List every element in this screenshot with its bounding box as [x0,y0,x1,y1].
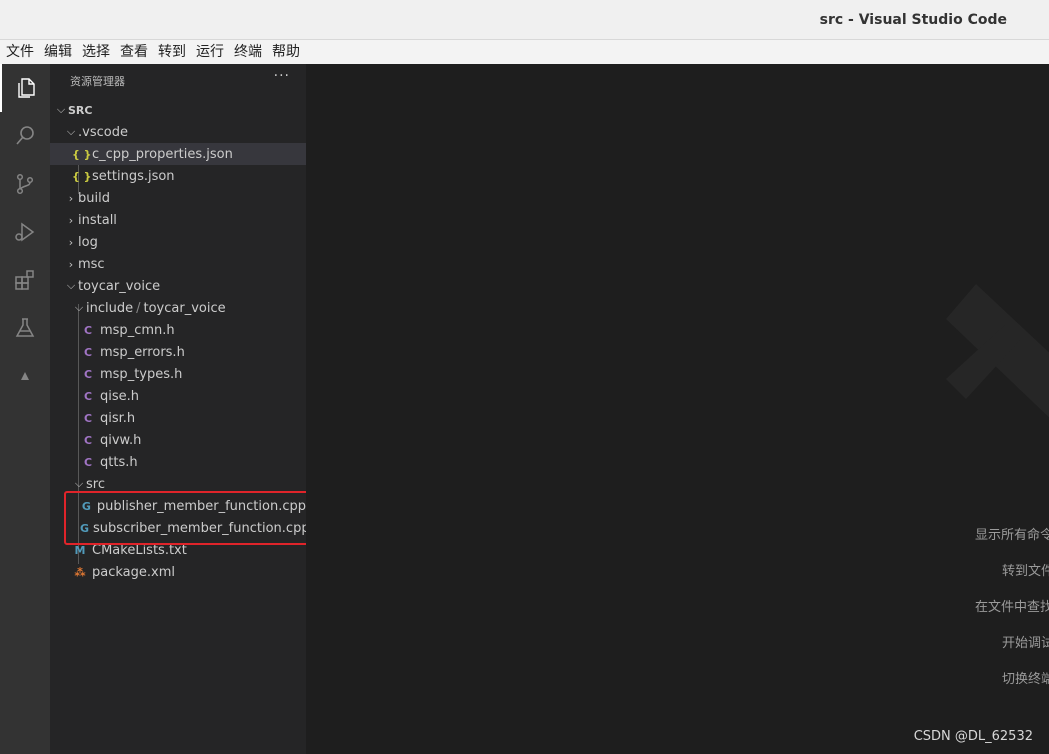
tree-label: toycar_voice [143,300,226,316]
tree-folder-build[interactable]: › build [50,187,306,209]
menu-go[interactable]: 转到 [158,40,186,64]
tree-file-qivw[interactable]: C qivw.h [50,429,306,451]
tree-file-msp-cmn[interactable]: C msp_cmn.h [50,319,306,341]
tree-file-qisr[interactable]: C qisr.h [50,407,306,429]
path-separator: / [136,300,141,316]
tree-label: include [86,300,134,316]
json-file-icon: { } [72,147,92,161]
tree-file-c-cpp-properties[interactable]: { } c_cpp_properties.json [50,143,306,165]
tree-file-msp-types[interactable]: C msp_types.h [50,363,306,385]
menu-edit[interactable]: 编辑 [44,40,72,64]
json-file-icon: { } [72,169,92,183]
menu-bar: 文件 编辑 选择 查看 转到 运行 终端 帮助 [0,40,1049,64]
menu-view[interactable]: 查看 [120,40,148,64]
tree-label: install [78,212,117,228]
tree-label: log [78,234,98,250]
c-file-icon: C [83,345,93,359]
search-icon[interactable] [0,112,50,160]
tree-label: c_cpp_properties.json [92,146,233,162]
explorer-sidebar: 资源管理器 ··· ⌵ SRC ⌵ .vscode { } c_cpp_prop… [50,64,310,754]
tree-label: qise.h [100,388,140,404]
c-file-icon: C [83,389,93,403]
menu-terminal[interactable]: 终端 [234,40,262,64]
editor-area: 显示所有命令 转到文件 在文件中查找 开始调试 切换终端 [306,64,1049,754]
tree-label: package.xml [92,564,175,580]
tree-folder-toycar-voice[interactable]: ⌵ toycar_voice [50,275,306,297]
tree-label: msp_types.h [100,366,183,382]
chevron-right-icon: › [68,213,74,227]
vscode-watermark-icon [946,284,1049,418]
c-file-icon: C [83,455,93,469]
tree-folder-log[interactable]: › log [50,231,306,253]
menu-run[interactable]: 运行 [196,40,224,64]
rss-file-icon: ⁂ [74,565,86,579]
chevron-down-icon: ⌵ [66,125,76,138]
tree-file-package-xml[interactable]: ⁂ package.xml [50,561,306,583]
chevron-down-icon: ⌵ [56,103,66,116]
tree-label: qivw.h [100,432,142,448]
highlight-box [64,491,318,545]
chevron-down-icon: ⌵ [74,301,84,314]
extensions-icon[interactable] [0,256,50,304]
tree-label: .vscode [78,124,128,140]
tree-root-src[interactable]: ⌵ SRC [50,99,306,121]
testing-icon[interactable] [0,304,50,352]
more-actions-icon[interactable]: ··· [274,68,290,84]
tree-label: src [86,476,105,492]
ros-icon[interactable] [0,352,50,400]
tree-label: qisr.h [100,410,136,426]
c-file-icon: C [83,433,93,447]
hint-toggle-terminal: 切换终端 [1002,672,1049,687]
menu-selection[interactable]: 选择 [82,40,110,64]
tree-file-qise[interactable]: C qise.h [50,385,306,407]
c-file-icon: C [83,367,93,381]
tree-label: qtts.h [100,454,138,470]
tree-label: settings.json [92,168,175,184]
tree-label: build [78,190,110,206]
window-titlebar: src - Visual Studio Code [0,0,1049,40]
hint-find-in-files: 在文件中查找 [975,600,1049,615]
chevron-right-icon: › [68,235,74,249]
tree-folder-install[interactable]: › install [50,209,306,231]
chevron-down-icon: ⌵ [74,477,84,490]
hint-start-debugging: 开始调试 [1002,636,1049,651]
chevron-right-icon: › [68,257,74,271]
tree-folder-include[interactable]: ⌵ include / toycar_voice [50,297,306,319]
chevron-right-icon: › [68,191,74,205]
explorer-title: 资源管理器 [70,75,125,88]
tree-label: msp_cmn.h [100,322,175,338]
tree-label: msp_errors.h [100,344,185,360]
tree-folder-msc[interactable]: › msc [50,253,306,275]
source-control-icon[interactable] [0,160,50,208]
run-debug-icon[interactable] [0,208,50,256]
tree-label: toycar_voice [78,278,161,294]
explorer-icon[interactable] [0,64,50,112]
tree-file-msp-errors[interactable]: C msp_errors.h [50,341,306,363]
c-file-icon: C [83,411,93,425]
tree-file-settings[interactable]: { } settings.json [50,165,306,187]
tree-file-qtts[interactable]: C qtts.h [50,451,306,473]
tree-root-label: SRC [68,103,93,117]
menu-file[interactable]: 文件 [6,40,34,64]
csdn-watermark: CSDN @DL_62532 [913,729,1033,744]
hint-go-to-file: 转到文件 [1002,564,1049,579]
chevron-down-icon: ⌵ [66,279,76,292]
cmake-file-icon: M [74,543,86,557]
c-file-icon: C [83,323,93,337]
hint-show-all-commands: 显示所有命令 [975,528,1049,543]
activity-bar [0,64,50,754]
tree-label: msc [78,256,105,272]
menu-help[interactable]: 帮助 [272,40,300,64]
window-title: src - Visual Studio Code [819,12,1007,28]
tree-folder-vscode[interactable]: ⌵ .vscode [50,121,306,143]
